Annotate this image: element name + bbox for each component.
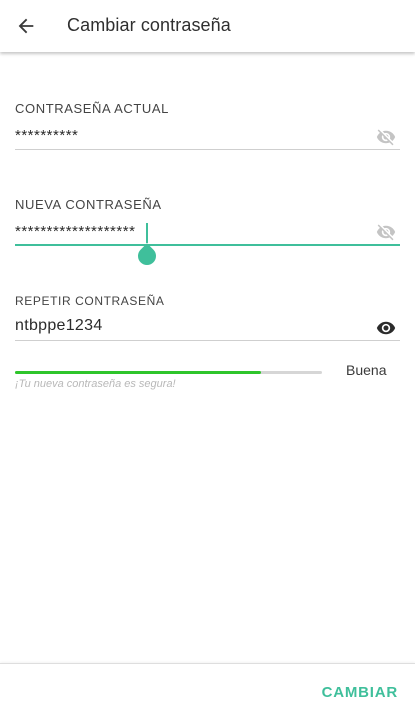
new-password-underline-active [15,244,400,246]
eye-off-icon [376,129,396,146]
password-strength-hint: ¡Tu nueva contraseña es segura! [15,378,176,390]
app-bar: Cambiar contraseña [0,0,415,52]
current-password-field: CONTRASEÑA ACTUAL [15,99,400,153]
current-password-label: CONTRASEÑA ACTUAL [15,101,169,116]
repeat-password-field: REPETIR CONTRASEÑA [15,292,400,346]
repeat-password-label: REPETIR CONTRASEÑA [15,294,165,308]
back-button[interactable] [8,8,44,44]
text-cursor-handle[interactable] [134,243,160,269]
repeat-password-input[interactable] [15,317,365,335]
password-strength-meter [15,371,322,374]
password-strength-fill [15,371,261,374]
new-password-label: NUEVA CONTRASEÑA [15,197,162,212]
new-password-visibility-toggle[interactable] [372,220,400,244]
eye-icon [376,321,396,335]
repeat-password-underline [15,340,400,341]
eye-off-icon [376,224,396,241]
change-password-button[interactable]: CAMBIAR [322,684,398,701]
new-password-field: NUEVA CONTRASEÑA [15,195,400,269]
bottom-action-bar: CAMBIAR [0,663,415,718]
password-strength-label: Buena [346,362,387,378]
current-password-underline [15,149,400,150]
repeat-password-visibility-toggle[interactable] [372,316,400,340]
arrow-left-icon [18,18,34,34]
change-password-screen: Cambiar contraseña CONTRASEÑA ACTUAL NUE… [0,0,415,718]
current-password-visibility-toggle[interactable] [372,125,400,149]
new-password-input[interactable] [15,223,365,240]
text-cursor [146,223,148,243]
current-password-input[interactable] [15,127,365,144]
page-title: Cambiar contraseña [67,15,231,35]
